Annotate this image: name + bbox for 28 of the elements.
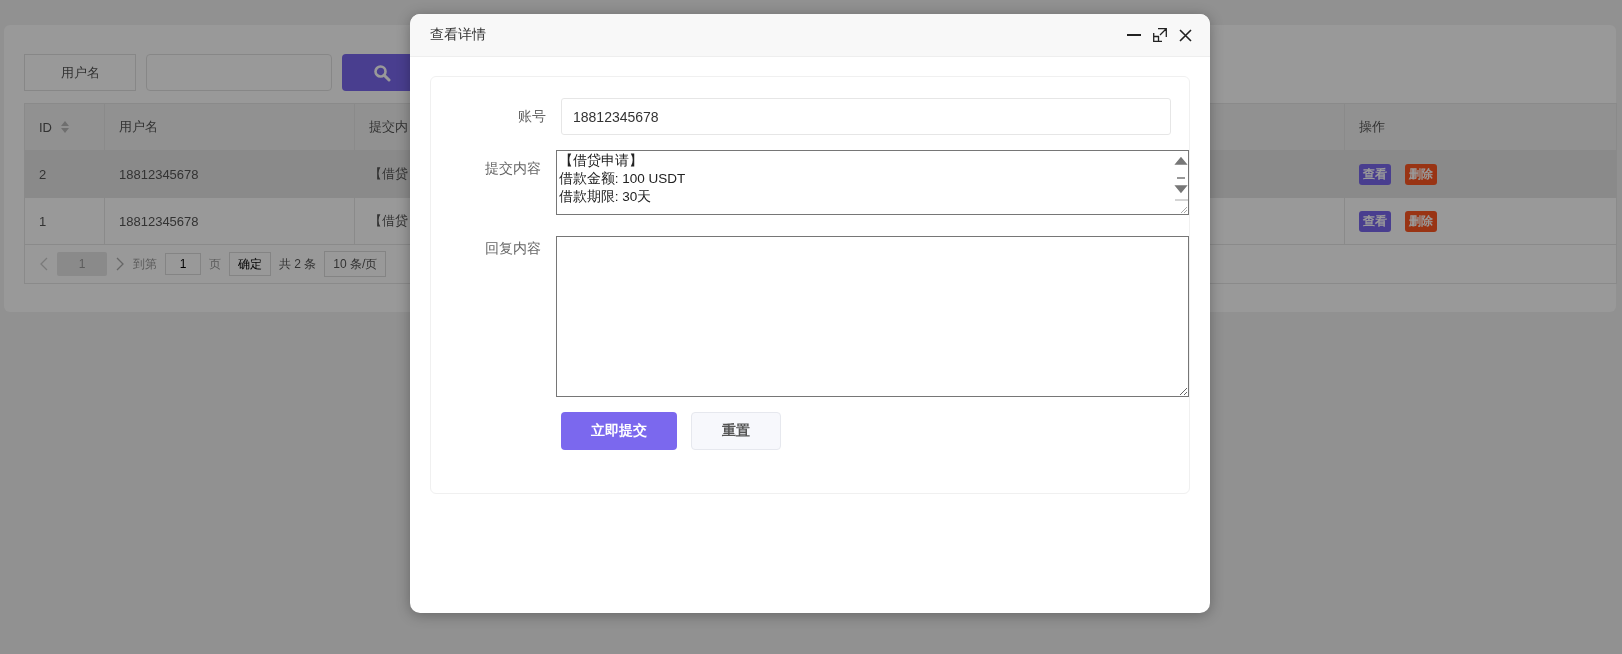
close-icon[interactable] — [1179, 28, 1192, 42]
reset-button[interactable]: 重置 — [691, 412, 781, 450]
confirm-button[interactable]: 确定 — [229, 252, 271, 276]
page-size-select[interactable]: 10 条/页 — [324, 251, 387, 277]
dialog-title: 查看详情 — [430, 26, 486, 44]
table-cell: 2 — [25, 151, 105, 197]
page-input[interactable]: 1 — [165, 253, 201, 275]
table-cell: 18812345678 — [105, 151, 355, 197]
field-label: 账号 — [517, 107, 547, 126]
column-header: 用户名 — [105, 104, 355, 150]
reply-field[interactable] — [555, 236, 1189, 397]
maximize-icon[interactable] — [1153, 28, 1167, 42]
content-field[interactable]: 【借贷申请】 借款金额: 100 USDT 借款期限: 30天 — [555, 150, 1189, 215]
field-label: 提交内容 — [483, 159, 542, 178]
column-header: ID — [25, 104, 105, 150]
view-button[interactable]: 查看 — [1359, 163, 1391, 185]
delete-button[interactable]: 删除 — [1405, 163, 1437, 185]
page-unit: 页 — [209, 255, 221, 273]
table-cell: 1 — [25, 198, 105, 244]
submit-button[interactable]: 立即提交 — [561, 412, 677, 450]
table-cell: 18812345678 — [105, 198, 355, 244]
search-label: 用户名 — [24, 54, 136, 91]
account-field[interactable]: 18812345678 — [561, 98, 1171, 135]
search-icon — [373, 63, 391, 82]
column-header: 操作 — [1358, 118, 1386, 136]
view-button[interactable]: 查看 — [1359, 210, 1391, 232]
total-count: 共 2 条 — [279, 255, 317, 273]
delete-button[interactable]: 删除 — [1405, 210, 1437, 232]
